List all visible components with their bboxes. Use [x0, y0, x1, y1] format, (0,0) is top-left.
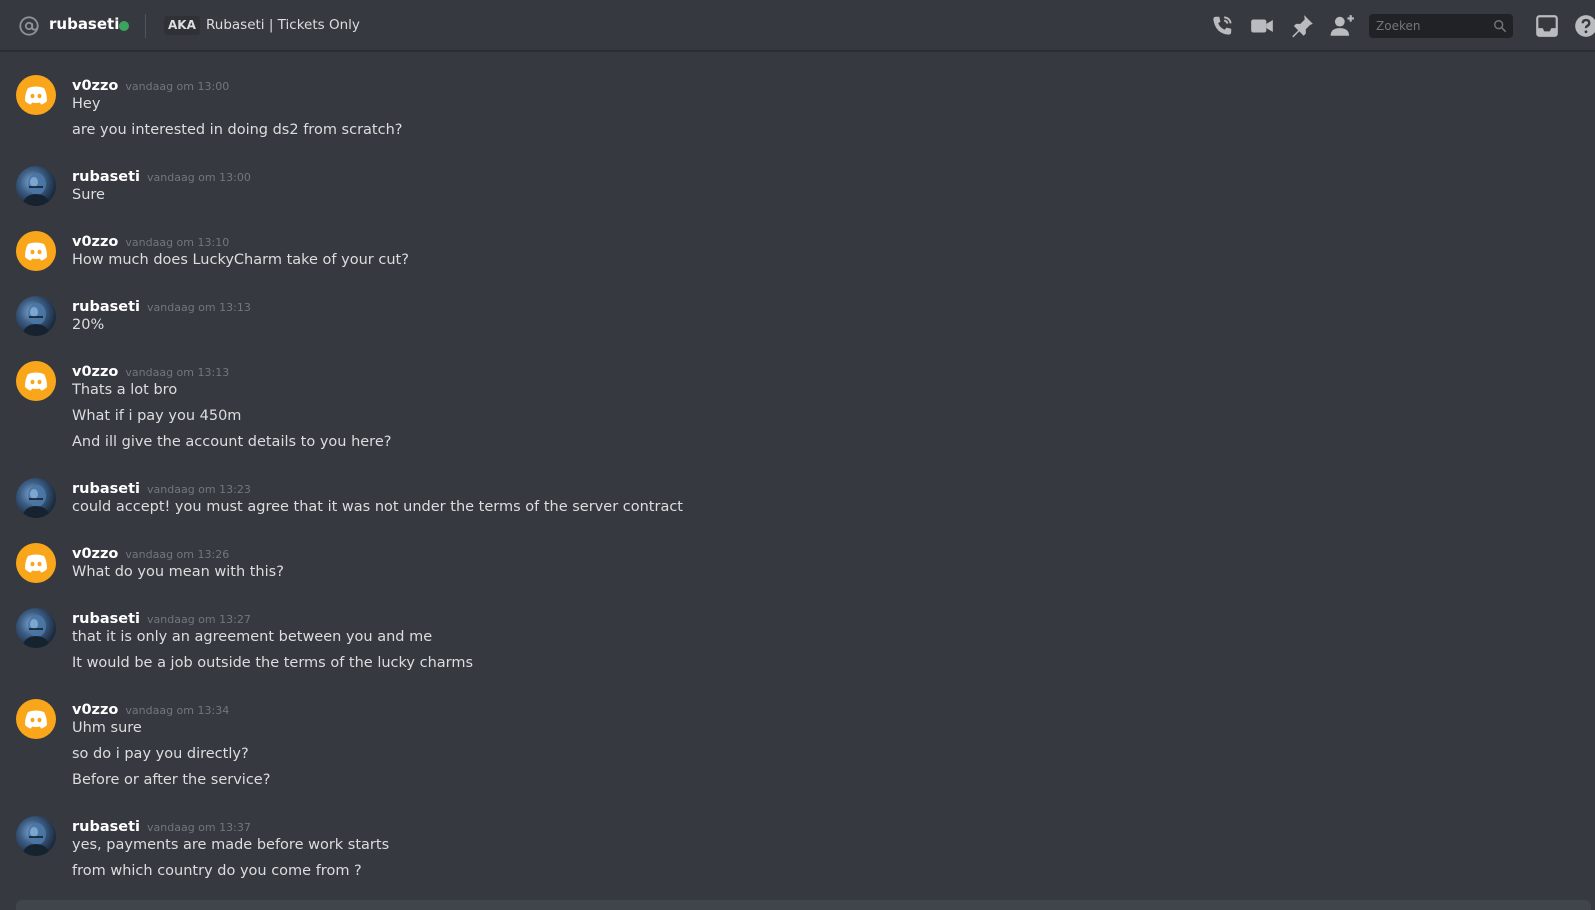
message-text: What if i pay you 450m: [72, 408, 242, 424]
message-text: so do i pay you directly?: [72, 746, 249, 762]
message-group: rubaseti vandaag om 13:37 yes, payments ar…: [0, 816, 1595, 890]
message-timestamp: vandaag om 13:13: [125, 366, 230, 379]
channel-header: rubaseti AKA Rubaseti | Tickets Only: [0, 0, 1595, 51]
message-group: rubaseti vandaag om 13:23 could accept! yo…: [0, 478, 1595, 526]
online-status-indicator: [119, 21, 129, 31]
message-author[interactable]: v0zzo: [72, 78, 118, 94]
message-group: v0zzo vandaag om 13:00 Hey are you interest…: [0, 75, 1595, 149]
message-text: Before or after the service?: [72, 772, 271, 788]
message-text: 20%: [72, 317, 105, 333]
message-text: Thats a lot bro: [72, 382, 178, 398]
message-author[interactable]: rubaseti: [72, 819, 140, 835]
message-header: v0zzo vandaag om 13:00: [72, 75, 229, 95]
message-input-bar[interactable]: [16, 900, 1591, 910]
message-header: rubaseti vandaag om 13:37: [72, 816, 251, 836]
discord-logo-avatar[interactable]: [16, 543, 56, 583]
message-text: Hey: [72, 96, 101, 112]
message-group: v0zzo vandaag om 13:13 Thats a lot bro What…: [0, 361, 1595, 461]
message-timestamp: vandaag om 13:34: [125, 704, 230, 717]
message-header: v0zzo vandaag om 13:13: [72, 361, 229, 381]
discord-logo-avatar[interactable]: [16, 361, 56, 401]
message-text: What do you mean with this?: [72, 564, 284, 580]
aka-badge: AKA: [164, 16, 200, 35]
user-avatar[interactable]: [16, 608, 56, 648]
phone-call-icon[interactable]: [1209, 13, 1235, 39]
message-author[interactable]: v0zzo: [72, 364, 118, 380]
message-timestamp: vandaag om 13:26: [125, 548, 230, 561]
message-group: v0zzo vandaag om 13:26 What do you mean wi…: [0, 543, 1595, 591]
message-timestamp: vandaag om 13:37: [147, 821, 251, 834]
message-timestamp: vandaag om 13:23: [147, 483, 251, 496]
message-author[interactable]: rubaseti: [72, 611, 140, 627]
inbox-icon[interactable]: [1534, 13, 1560, 39]
discord-logo-avatar[interactable]: [16, 75, 56, 115]
dm-username[interactable]: rubaseti: [49, 15, 119, 33]
message-text: are you interested in doing ds2 from scr…: [72, 122, 403, 138]
header-divider: [145, 14, 146, 38]
message-text: that it is only an agreement between you…: [72, 629, 433, 645]
message-author[interactable]: v0zzo: [72, 234, 118, 250]
message-group: rubaseti vandaag om 13:27 that it is only …: [0, 608, 1595, 682]
search-bar[interactable]: [1369, 14, 1513, 38]
discord-logo-avatar[interactable]: [16, 231, 56, 271]
message-group: rubaseti vandaag om 13:00 Sure: [0, 166, 1595, 214]
message-timestamp: vandaag om 13:10: [125, 236, 230, 249]
message-header: v0zzo vandaag om 13:10: [72, 231, 229, 251]
message-text: Sure: [72, 187, 105, 203]
aka-names: Rubaseti | Tickets Only: [206, 17, 360, 33]
search-input[interactable]: [1369, 14, 1489, 38]
message-timestamp: vandaag om 13:00: [147, 171, 251, 184]
message-text: yes, payments are made before work start…: [72, 837, 390, 853]
video-call-icon[interactable]: [1249, 13, 1275, 39]
message-header: rubaseti vandaag om 13:13: [72, 296, 251, 316]
message-header: v0zzo vandaag om 13:34: [72, 699, 229, 719]
message-group: v0zzo vandaag om 13:34 Uhm sure so do i pay…: [0, 699, 1595, 799]
message-text: And ill give the account details to you …: [72, 434, 392, 450]
message-group: v0zzo vandaag om 13:10 How much does Lucky…: [0, 231, 1595, 279]
message-header: rubaseti vandaag om 13:23: [72, 478, 251, 498]
message-timestamp: vandaag om 13:27: [147, 613, 251, 626]
pin-icon[interactable]: [1289, 13, 1315, 39]
message-timestamp: vandaag om 13:13: [147, 301, 251, 314]
user-avatar[interactable]: [16, 166, 56, 206]
message-author[interactable]: rubaseti: [72, 299, 140, 315]
message-header: rubaseti vandaag om 13:00: [72, 166, 251, 186]
message-author[interactable]: rubaseti: [72, 169, 140, 185]
message-author[interactable]: v0zzo: [72, 702, 118, 718]
search-icon[interactable]: [1493, 19, 1507, 33]
user-avatar[interactable]: [16, 816, 56, 856]
message-text: Uhm sure: [72, 720, 142, 736]
dm-window: rubaseti AKA Rubaseti | Tickets Only Zoe…: [0, 0, 1595, 910]
help-icon[interactable]: [1573, 13, 1595, 39]
message-header: v0zzo vandaag om 13:26: [72, 543, 229, 563]
user-avatar[interactable]: [16, 296, 56, 336]
message-text: from which country do you come from ?: [72, 863, 362, 879]
user-avatar[interactable]: [16, 478, 56, 518]
message-text: could accept! you must agree that it was…: [72, 499, 683, 515]
message-text: It would be a job outside the terms of t…: [72, 655, 474, 671]
message-header: rubaseti vandaag om 13:27: [72, 608, 251, 628]
discord-logo-avatar[interactable]: [16, 699, 56, 739]
message-group: rubaseti vandaag om 13:13 20%: [0, 296, 1595, 344]
message-list: v0zzo vandaag om 13:00 Hey are you interest…: [0, 52, 1595, 900]
message-author[interactable]: rubaseti: [72, 481, 140, 497]
at-icon: [19, 16, 39, 36]
message-author[interactable]: v0zzo: [72, 546, 118, 562]
message-timestamp: vandaag om 13:00: [125, 80, 230, 93]
add-friend-icon[interactable]: [1329, 13, 1355, 39]
message-text: How much does LuckyCharm take of your cu…: [72, 252, 409, 268]
